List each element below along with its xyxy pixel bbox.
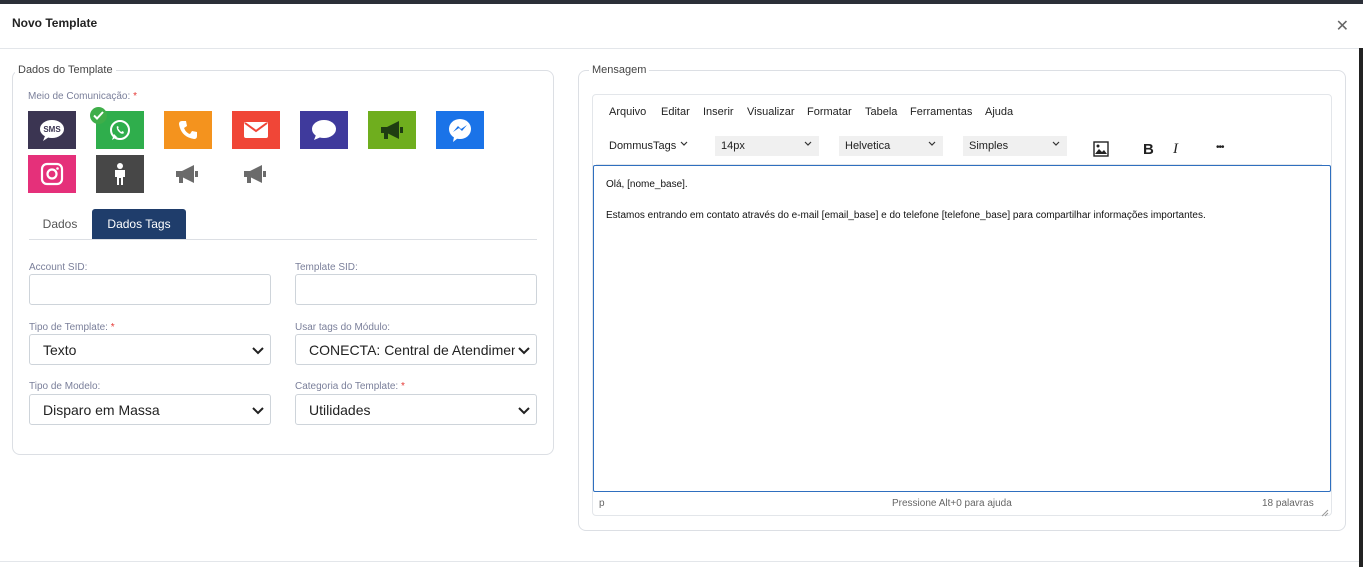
chevron-down-icon: [249, 401, 267, 419]
font-size-label: 14px: [721, 140, 745, 152]
usar-tags-label: Usar tags do Módulo:: [295, 322, 391, 333]
megaphone-channel-button[interactable]: [368, 111, 416, 149]
font-family-dropdown[interactable]: Helvetica: [839, 136, 943, 156]
menu-editar[interactable]: Editar: [661, 106, 690, 118]
block-style-dropdown[interactable]: Simples: [963, 136, 1067, 156]
menu-tabela[interactable]: Tabela: [865, 106, 897, 118]
email-channel-button[interactable]: [232, 111, 280, 149]
tipo-modelo-value: Disparo em Massa: [43, 402, 160, 418]
more-options-button[interactable]: •••: [1216, 142, 1224, 153]
menu-visualizar[interactable]: Visualizar: [747, 106, 795, 118]
megaphone-icon: [381, 121, 403, 139]
dommus-tags-label: DommusTags: [609, 140, 677, 152]
tipo-template-value: Texto: [43, 342, 77, 358]
modal-footer-border: [0, 561, 1359, 562]
bold-button[interactable]: B: [1143, 141, 1154, 158]
messenger-channel-button[interactable]: [436, 111, 484, 149]
megaphone-gray-2-channel-button[interactable]: [232, 155, 280, 193]
selected-check-icon: [90, 107, 107, 124]
block-style-label: Simples: [969, 140, 1009, 152]
menu-inserir[interactable]: Inserir: [703, 106, 734, 118]
modal-title: Novo Template: [12, 16, 98, 30]
menu-arquivo[interactable]: Arquivo: [609, 106, 646, 118]
phone-channel-button[interactable]: [164, 111, 212, 149]
svg-text:SMS: SMS: [43, 125, 61, 134]
dommus-tags-dropdown[interactable]: DommusTags: [603, 136, 695, 156]
tipo-template-label: Tipo de Template: *: [29, 322, 115, 333]
menu-formatar[interactable]: Formatar: [807, 106, 852, 118]
italic-button[interactable]: I: [1173, 141, 1178, 158]
chevron-down-icon: [249, 341, 267, 359]
account-sid-input[interactable]: [29, 274, 271, 305]
template-sid-label: Template SID:: [295, 262, 358, 273]
chevron-down-icon: [1051, 139, 1061, 152]
image-icon[interactable]: [1093, 141, 1109, 162]
message-line-2: Estamos entrando em contato através do e…: [606, 210, 1206, 221]
tipo-template-select[interactable]: Texto: [29, 334, 271, 365]
word-count[interactable]: 18 palavras: [1262, 498, 1314, 509]
tab-divider: [29, 239, 537, 240]
sms-icon: SMS: [40, 120, 64, 141]
categoria-value: Utilidades: [309, 402, 371, 418]
instagram-channel-button[interactable]: [28, 155, 76, 193]
meio-comunicacao-label: Meio de Comunicação: *: [28, 91, 137, 102]
menu-ajuda[interactable]: Ajuda: [985, 106, 1013, 118]
message-legend: Mensagem: [589, 64, 650, 76]
tab-dados[interactable]: Dados: [29, 209, 91, 239]
megaphone-icon: [176, 165, 198, 183]
phone-icon: [179, 121, 197, 139]
person-icon: [115, 163, 125, 185]
chevron-down-icon: [679, 139, 689, 152]
megaphone-icon: [244, 165, 266, 183]
chat-channel-button[interactable]: [300, 111, 348, 149]
chevron-down-icon: [515, 401, 533, 419]
chevron-down-icon: [515, 341, 533, 359]
element-path[interactable]: p: [599, 498, 605, 509]
resize-handle-icon[interactable]: [1321, 504, 1329, 522]
person-channel-button[interactable]: [96, 155, 144, 193]
usar-tags-value: CONECTA: Central de Atendimento: [309, 342, 531, 358]
usar-tags-select[interactable]: CONECTA: Central de Atendimento: [295, 334, 537, 365]
menu-ferramentas[interactable]: Ferramentas: [910, 106, 972, 118]
template-data-legend: Dados do Template: [15, 64, 116, 76]
message-line-1: Olá, [nome_base].: [606, 179, 688, 190]
font-size-dropdown[interactable]: 14px: [715, 136, 819, 156]
chevron-down-icon: [927, 139, 937, 152]
megaphone-gray-channel-button[interactable]: [164, 155, 212, 193]
modal-header: Novo Template ✕: [0, 4, 1359, 49]
email-icon: [244, 122, 268, 138]
chevron-down-icon: [803, 139, 813, 152]
messenger-icon: [449, 119, 471, 142]
close-icon[interactable]: ✕: [1336, 16, 1349, 36]
whatsapp-icon: [110, 120, 130, 140]
tab-dados-tags[interactable]: Dados Tags: [92, 209, 186, 239]
tipo-modelo-label: Tipo de Modelo:: [29, 381, 101, 392]
editor-content-area[interactable]: Olá, [nome_base]. Estamos entrando em co…: [593, 165, 1331, 492]
scrollbar-edge[interactable]: [1359, 48, 1363, 567]
instagram-icon: [40, 162, 64, 186]
sms-channel-button[interactable]: SMS: [28, 111, 76, 149]
template-sid-input[interactable]: [295, 274, 537, 305]
chat-icon: [312, 120, 336, 140]
account-sid-label: Account SID:: [29, 262, 88, 273]
help-hint: Pressione Alt+0 para ajuda: [892, 498, 1012, 509]
tipo-modelo-select[interactable]: Disparo em Massa: [29, 394, 271, 425]
font-family-label: Helvetica: [845, 140, 891, 152]
categoria-label: Categoria do Template: *: [295, 381, 405, 392]
categoria-select[interactable]: Utilidades: [295, 394, 537, 425]
